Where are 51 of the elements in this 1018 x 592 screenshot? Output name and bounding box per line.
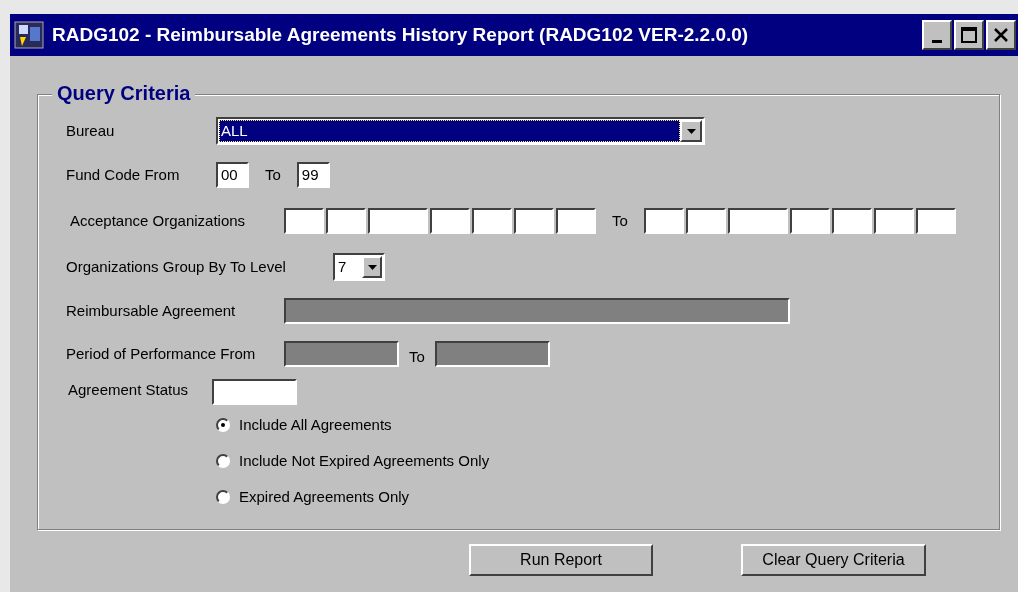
radio-label: Include Not Expired Agreements Only — [239, 450, 490, 471]
dropdown-arrow-icon — [686, 128, 696, 134]
organization-code-field[interactable] — [789, 208, 830, 234]
field-label: Period of Performance From — [66, 343, 257, 364]
radio-label: Expired Agreements Only — [239, 486, 410, 507]
field-label: Reimbursable Agreement — [66, 300, 237, 321]
minimize-button[interactable] — [922, 20, 952, 50]
field-label: Agreement Status — [68, 380, 190, 400]
fund-code-from-field[interactable]: 00 — [216, 162, 249, 188]
window-title: RADG102 - Reimbursable Agreements History Report (RADG102 VER-2.2.0.0) — [52, 22, 750, 47]
dropdown-button[interactable] — [362, 256, 382, 278]
close-icon — [994, 28, 1008, 42]
field-label: To — [265, 164, 281, 185]
agreement-status-field[interactable] — [212, 379, 297, 405]
dropdown-arrow-icon — [367, 264, 377, 270]
dropdown-value: 7 — [337, 256, 348, 277]
bureau-dropdown[interactable]: ALL — [216, 117, 705, 145]
organization-code-field[interactable] — [643, 208, 684, 234]
radio-button[interactable] — [216, 454, 230, 468]
field-label: To — [409, 346, 425, 367]
maximize-button[interactable] — [954, 20, 984, 50]
field-label: Bureau — [66, 120, 116, 141]
field-label: Acceptance Organizations — [70, 210, 247, 231]
organization-code-field[interactable] — [727, 208, 788, 234]
radio-button[interactable] — [216, 490, 230, 504]
organization-code-field[interactable] — [430, 208, 470, 234]
organization-code-field[interactable] — [556, 208, 596, 234]
radio-button[interactable] — [216, 418, 230, 432]
organization-code-field[interactable] — [284, 208, 324, 234]
dropdown-button[interactable] — [680, 120, 702, 142]
action-button[interactable]: Run Report — [469, 544, 653, 576]
minimize-icon — [932, 39, 942, 43]
close-button[interactable] — [986, 20, 1016, 50]
organization-code-field[interactable] — [514, 208, 554, 234]
organization-code-field[interactable] — [831, 208, 872, 234]
field-label: Organizations Group By To Level — [66, 256, 287, 277]
organization-code-field[interactable] — [873, 208, 914, 234]
dropdown-value: ALL — [219, 120, 680, 142]
organization-code-field[interactable] — [685, 208, 726, 234]
organization-code-field[interactable] — [326, 208, 366, 234]
field-label: To — [612, 210, 628, 231]
organization-code-field[interactable] — [915, 208, 956, 234]
organization-code-field[interactable] — [368, 208, 428, 234]
action-button[interactable]: Clear Query Criteria — [741, 544, 926, 576]
field-label: Fund Code From — [66, 164, 181, 185]
fund-code-to-field[interactable]: 99 — [296, 162, 330, 188]
radio-label: Include All Agreements — [239, 414, 392, 435]
organization-code-field[interactable] — [472, 208, 512, 234]
maximize-icon — [961, 27, 977, 43]
level-dropdown[interactable]: 7 — [333, 253, 385, 281]
app-icon — [14, 21, 44, 49]
